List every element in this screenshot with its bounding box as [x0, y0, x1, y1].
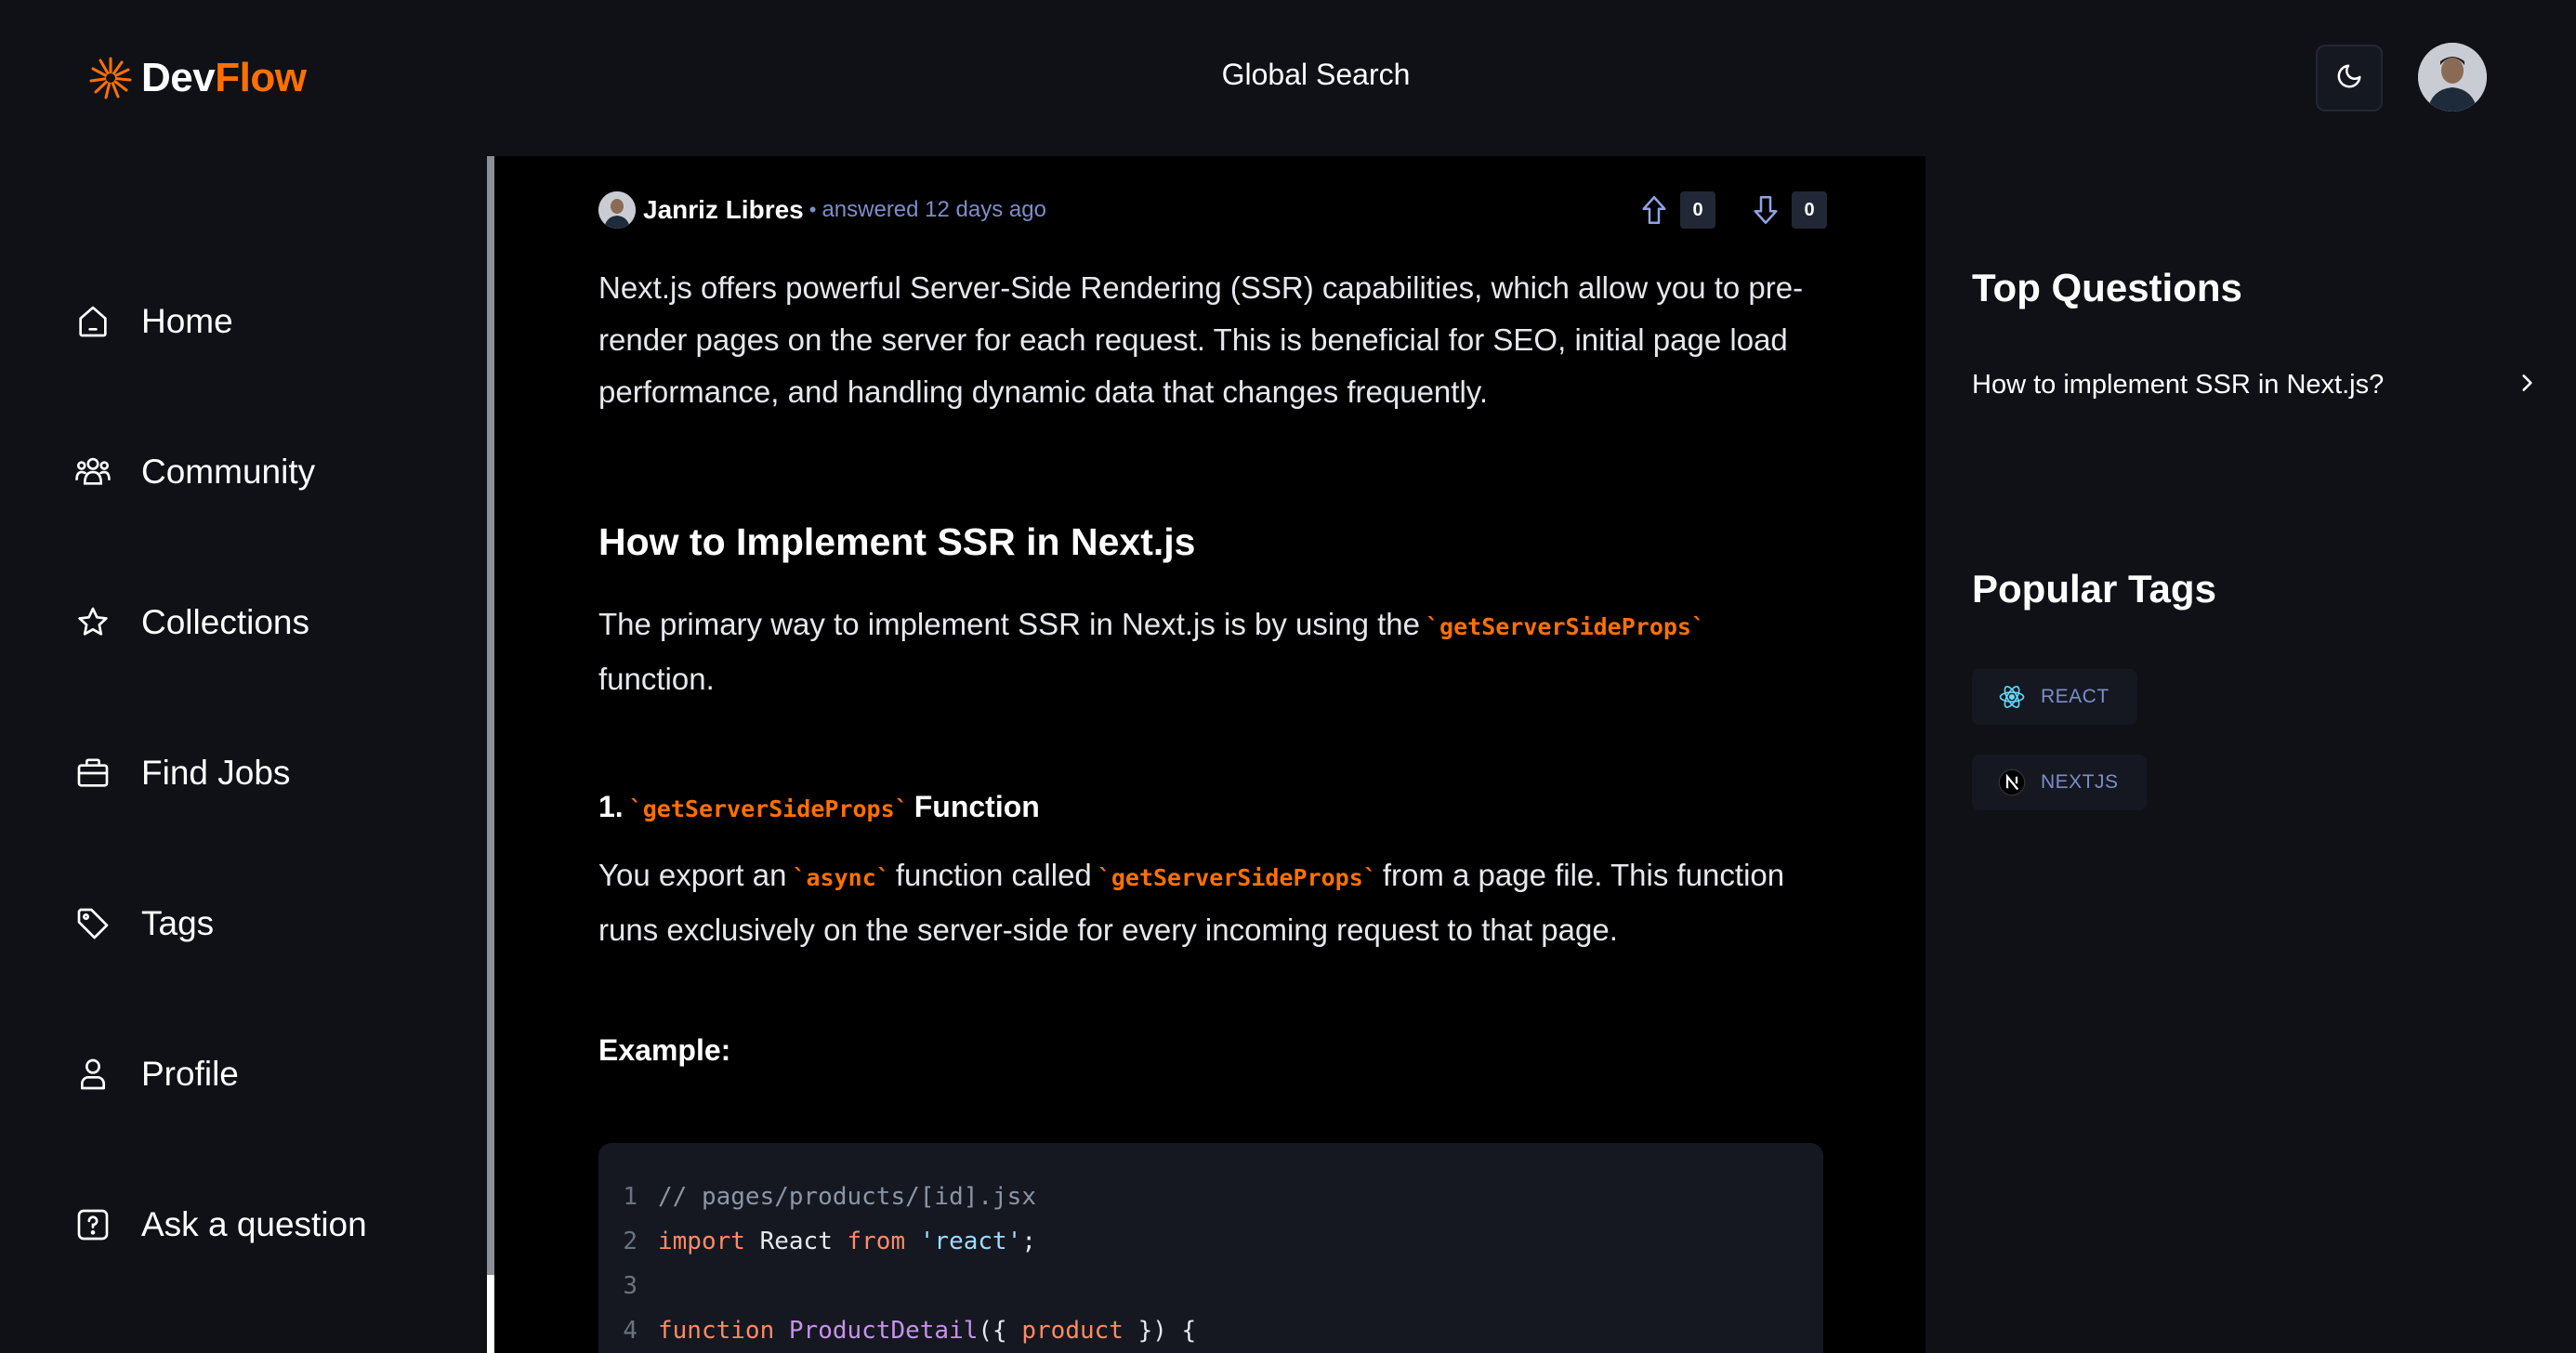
top-navbar: DevFlow Global Search	[0, 0, 2576, 156]
nav-item-label: Home	[141, 302, 233, 340]
star-icon	[72, 602, 113, 643]
sidebar-scrollbar-thumb[interactable]	[487, 1275, 494, 1353]
logo-sunburst-icon	[87, 55, 134, 101]
tag-chip-nextjs[interactable]: NEXTJS	[1972, 755, 2147, 810]
top-question-text: How to implement SSR in Next.js?	[1972, 369, 2385, 400]
right-sidebar: Top Questions How to implement SSR in Ne…	[1925, 156, 2576, 1353]
global-search[interactable]: Global Search	[1217, 58, 1414, 99]
inline-code: `getServerSideProps`	[1426, 613, 1706, 640]
tag-label: NEXTJS	[2041, 771, 2119, 793]
nav-item-community[interactable]: Community	[72, 444, 315, 500]
subheading-text: Function	[913, 790, 1040, 823]
code-line: 4 function ProductDetail({ product }) {	[598, 1308, 1823, 1353]
tag-label: REACT	[2041, 686, 2109, 707]
nav-item-label: Profile	[141, 1055, 239, 1093]
nav-item-home[interactable]: Home	[72, 294, 233, 349]
question-icon	[72, 1204, 113, 1245]
code-string: 'react'	[905, 1228, 1022, 1255]
nav-item-profile[interactable]: Profile	[72, 1046, 239, 1102]
nextjs-icon	[1998, 768, 2026, 796]
vote-controls: 0 0	[1637, 190, 1827, 230]
answer-paragraph: You export an `async` function called `getS…	[598, 849, 1825, 956]
home-icon	[72, 301, 113, 342]
nav-item-ask-question[interactable]: Ask a question	[72, 1197, 367, 1253]
code-keyword: import	[658, 1228, 745, 1255]
line-number: 3	[623, 1272, 637, 1300]
user-avatar[interactable]	[2418, 43, 2487, 112]
nav-item-label: Find Jobs	[141, 754, 291, 792]
code-line: 3	[598, 1264, 1823, 1308]
user-icon	[72, 1054, 113, 1095]
subheading-number: 1.	[598, 790, 624, 823]
paragraph-text: function called	[895, 858, 1092, 892]
paragraph-text: function.	[598, 662, 715, 696]
theme-toggle-button[interactable]	[2316, 45, 2383, 112]
nav-item-label: Community	[141, 453, 316, 491]
devflow-logo[interactable]: DevFlow	[87, 50, 307, 106]
example-label: Example:	[598, 1033, 731, 1067]
code-keyword: function	[658, 1317, 775, 1345]
nav-item-label: Ask a question	[141, 1205, 367, 1243]
answer-content: Janriz Libres • answered 12 days ago 0 0…	[494, 156, 1925, 1353]
downvote-count: 0	[1792, 191, 1827, 229]
answer-heading: How to Implement SSR in Next.js	[598, 520, 1196, 563]
paragraph-text: You export an	[598, 858, 787, 892]
sidebar-scrollbar[interactable]	[487, 156, 494, 1353]
code-line: 1 // pages/products/[id].jsx	[598, 1175, 1823, 1219]
upvote-count: 0	[1680, 191, 1715, 229]
code-comment: // pages/products/[id].jsx	[658, 1183, 1036, 1211]
code-identifier: React	[744, 1228, 848, 1255]
answer-paragraph: Next.js offers powerful Server-Side Rend…	[598, 270, 1804, 409]
inline-code: `getServerSideProps`	[628, 795, 909, 822]
tag-chip-react[interactable]: REACT	[1972, 669, 2137, 725]
code-line: 2 import React from 'react';	[598, 1219, 1823, 1264]
top-questions-title: Top Questions	[1972, 266, 2242, 309]
react-icon	[1998, 683, 2026, 711]
author-avatar[interactable]	[598, 191, 636, 229]
nav-item-find-jobs[interactable]: Find Jobs	[72, 745, 290, 801]
code-parameter: product	[1021, 1317, 1124, 1345]
code-punctuation: }) {	[1123, 1317, 1197, 1345]
users-icon	[72, 452, 113, 493]
popular-tags-title: Popular Tags	[1972, 567, 2216, 611]
chevron-right-icon	[2515, 369, 2539, 401]
logo-text: DevFlow	[141, 55, 307, 101]
code-punctuation: ({	[978, 1317, 1022, 1345]
line-number: 1	[623, 1183, 637, 1211]
line-number: 4	[623, 1317, 637, 1345]
inline-code: `getServerSideProps`	[1097, 864, 1377, 891]
nav-item-label: Tags	[141, 904, 215, 942]
code-keyword: from	[847, 1228, 906, 1255]
nav-item-tags[interactable]: Tags	[72, 896, 214, 952]
left-sidebar: Home Community Collections Find Jobs Tag…	[0, 156, 487, 1353]
answer-paragraph: The primary way to implement SSR in Next…	[598, 598, 1825, 705]
popular-tag-row: REACT 1	[1972, 669, 2576, 725]
app-page: DevFlow Global Search Home Community Col…	[0, 0, 2576, 1353]
moon-icon	[2335, 62, 2363, 95]
popular-tag-row: NEXTJS 1	[1972, 755, 2576, 810]
author-name[interactable]: Janriz Libres	[643, 195, 804, 225]
code-punctuation: ;	[1021, 1228, 1037, 1255]
paragraph-text: The primary way to implement SSR in Next…	[598, 607, 1420, 641]
inline-code: `async`	[792, 864, 890, 891]
briefcase-icon	[72, 753, 113, 794]
tag-icon	[72, 903, 113, 944]
meta-separator: •	[808, 198, 817, 221]
line-number: 2	[623, 1228, 637, 1255]
answered-time: answered 12 days ago	[821, 197, 1046, 222]
code-function-name: ProductDetail	[774, 1317, 979, 1345]
upvote-icon[interactable]	[1637, 191, 1671, 229]
code-block[interactable]: 1 // pages/products/[id].jsx 2 import Reac…	[598, 1143, 1823, 1353]
logo-text-flow: Flow	[215, 55, 307, 100]
top-question-item[interactable]: How to implement SSR in Next.js?	[1972, 364, 2539, 405]
nav-item-label: Collections	[141, 603, 309, 641]
answer-meta: Janriz Libres • answered 12 days ago	[598, 190, 1046, 230]
downvote-icon[interactable]	[1749, 191, 1782, 229]
answer-subheading: 1. `getServerSideProps` Function	[598, 790, 1040, 824]
logo-text-dev: Dev	[141, 55, 216, 100]
nav-item-collections[interactable]: Collections	[72, 595, 309, 650]
